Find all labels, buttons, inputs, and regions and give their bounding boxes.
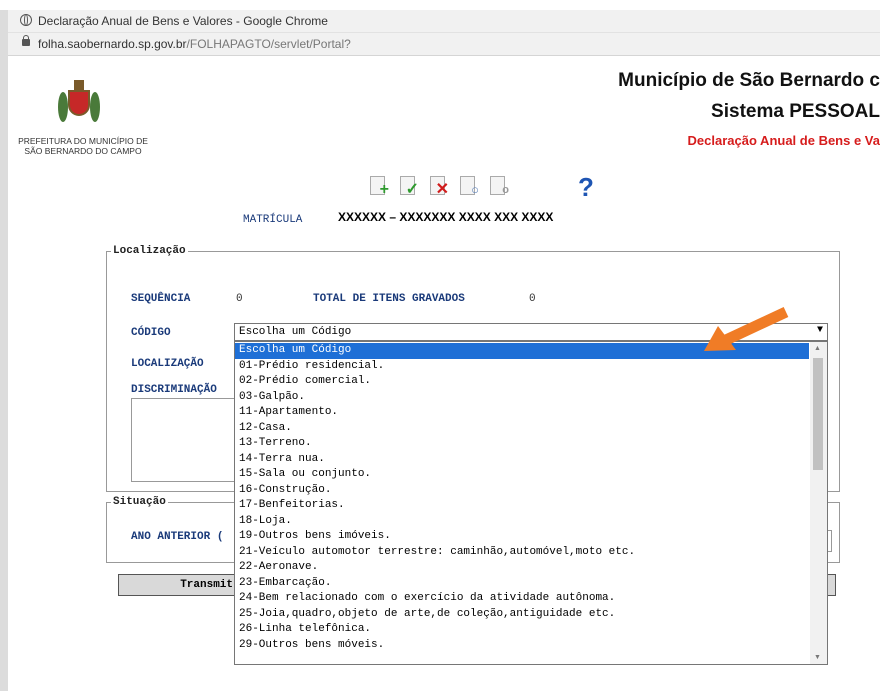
dropdown-option[interactable]: 29-Outros bens móveis. bbox=[235, 638, 809, 654]
dropdown-option[interactable]: 26-Linha telefônica. bbox=[235, 622, 809, 638]
url-domain: folha.saobernardo.sp.gov.br bbox=[38, 37, 187, 51]
localizacao-legend: Localização bbox=[113, 245, 186, 257]
top-strip bbox=[0, 0, 880, 10]
dropdown-option[interactable]: 14-Terra nua. bbox=[235, 452, 809, 468]
codigo-label: CÓDIGO bbox=[131, 327, 171, 339]
dropdown-option[interactable]: 21-Veículo automotor terrestre: caminhão… bbox=[235, 545, 809, 561]
lock-icon bbox=[22, 35, 30, 46]
discriminacao-label: DISCRIMINAÇÃO bbox=[131, 384, 217, 396]
chevron-down-icon[interactable]: ▼ bbox=[817, 325, 823, 336]
logo-text-line1: PREFEITURA DO MUNICÍPIO DE bbox=[18, 136, 148, 146]
matricula-label: MATRÍCULA bbox=[243, 214, 303, 226]
total-itens-label: TOTAL DE ITENS GRAVADOS bbox=[313, 293, 465, 305]
url-text[interactable]: folha.saobernardo.sp.gov.br/FOLHAPAGTO/s… bbox=[38, 37, 351, 51]
dropdown-option[interactable]: 17-Benfeitorias. bbox=[235, 498, 809, 514]
dropdown-option[interactable]: 15-Sala ou conjunto. bbox=[235, 467, 809, 483]
dropdown-option[interactable]: 13-Terreno. bbox=[235, 436, 809, 452]
dropdown-option[interactable]: 11-Apartamento. bbox=[235, 405, 809, 421]
globe-icon bbox=[20, 14, 32, 26]
ano-anterior-label: ANO ANTERIOR ( bbox=[131, 531, 224, 543]
dropdown-scrollbar[interactable]: ▲ ▼ bbox=[810, 342, 827, 664]
search-icon[interactable]: ○ bbox=[457, 176, 479, 198]
logo-text-line2: SÃO BERNARDO DO CAMPO bbox=[24, 146, 142, 156]
scroll-up-icon[interactable]: ▲ bbox=[814, 345, 821, 352]
dropdown-option[interactable]: 25-Joia,quadro,objeto de arte,de coleção… bbox=[235, 607, 809, 623]
url-path: /FOLHAPAGTO/servlet/Portal? bbox=[186, 37, 351, 51]
logo-text: PREFEITURA DO MUNICÍPIO DE SÃO BERNARDO … bbox=[8, 136, 158, 156]
discriminacao-textarea[interactable] bbox=[131, 398, 241, 482]
address-bar[interactable]: folha.saobernardo.sp.gov.br/FOLHAPAGTO/s… bbox=[8, 33, 880, 56]
dropdown-option[interactable]: 01-Prédio residencial. bbox=[235, 359, 809, 375]
codigo-dropdown-list[interactable]: Escolha um Código 01-Prédio residencial.… bbox=[234, 341, 828, 665]
left-edge bbox=[0, 10, 8, 691]
help-icon[interactable]: ? bbox=[578, 172, 594, 203]
scroll-down-icon[interactable]: ▼ bbox=[814, 654, 821, 661]
form-title: Declaração Anual de Bens e Va bbox=[687, 133, 880, 148]
page-title: Município de São Bernardo c bbox=[618, 70, 880, 91]
total-itens-value: 0 bbox=[529, 293, 536, 305]
codigo-select-value: Escolha um Código bbox=[239, 326, 352, 338]
dropdown-option[interactable]: 03-Galpão. bbox=[235, 390, 809, 406]
annotation-arrow-icon bbox=[704, 307, 789, 351]
sequencia-value: 0 bbox=[236, 293, 243, 305]
delete-icon[interactable]: ✕ bbox=[427, 176, 449, 198]
clear-icon[interactable]: o bbox=[487, 176, 509, 198]
dropdown-option[interactable]: 12-Casa. bbox=[235, 421, 809, 437]
municipality-logo: PREFEITURA DO MUNICÍPIO DE SÃO BERNARDO … bbox=[14, 64, 154, 164]
matricula-value: XXXXXX – XXXXXXX XXXX XXX XXXX bbox=[338, 210, 554, 224]
localizacao-label: LOCALIZAÇÃO bbox=[131, 358, 204, 370]
system-title: Sistema PESSOAL bbox=[711, 101, 880, 122]
dropdown-option[interactable]: 19-Outros bens imóveis. bbox=[235, 529, 809, 545]
dropdown-option[interactable]: 24-Bem relacionado com o exercício da at… bbox=[235, 591, 809, 607]
browser-title-bar: Declaração Anual de Bens e Valores - Goo… bbox=[8, 10, 880, 33]
transmit-button[interactable]: Transmit bbox=[118, 574, 240, 596]
dropdown-option[interactable]: 02-Prédio comercial. bbox=[235, 374, 809, 390]
situacao-legend: Situação bbox=[113, 496, 166, 508]
confirm-icon[interactable]: ✓ bbox=[397, 176, 419, 198]
dropdown-option[interactable]: 22-Aeronave. bbox=[235, 560, 809, 576]
dropdown-option[interactable]: 16-Construção. bbox=[235, 483, 809, 499]
scrollbar-thumb[interactable] bbox=[813, 358, 823, 470]
dropdown-option[interactable]: 23-Embarcação. bbox=[235, 576, 809, 592]
window-title: Declaração Anual de Bens e Valores - Goo… bbox=[38, 14, 328, 28]
page-header: PREFEITURA DO MUNICÍPIO DE SÃO BERNARDO … bbox=[8, 56, 880, 166]
sequencia-label: SEQUÊNCIA bbox=[131, 293, 191, 305]
add-icon[interactable]: + bbox=[367, 176, 389, 198]
crest-icon bbox=[58, 80, 100, 126]
dropdown-option[interactable]: 18-Loja. bbox=[235, 514, 809, 530]
